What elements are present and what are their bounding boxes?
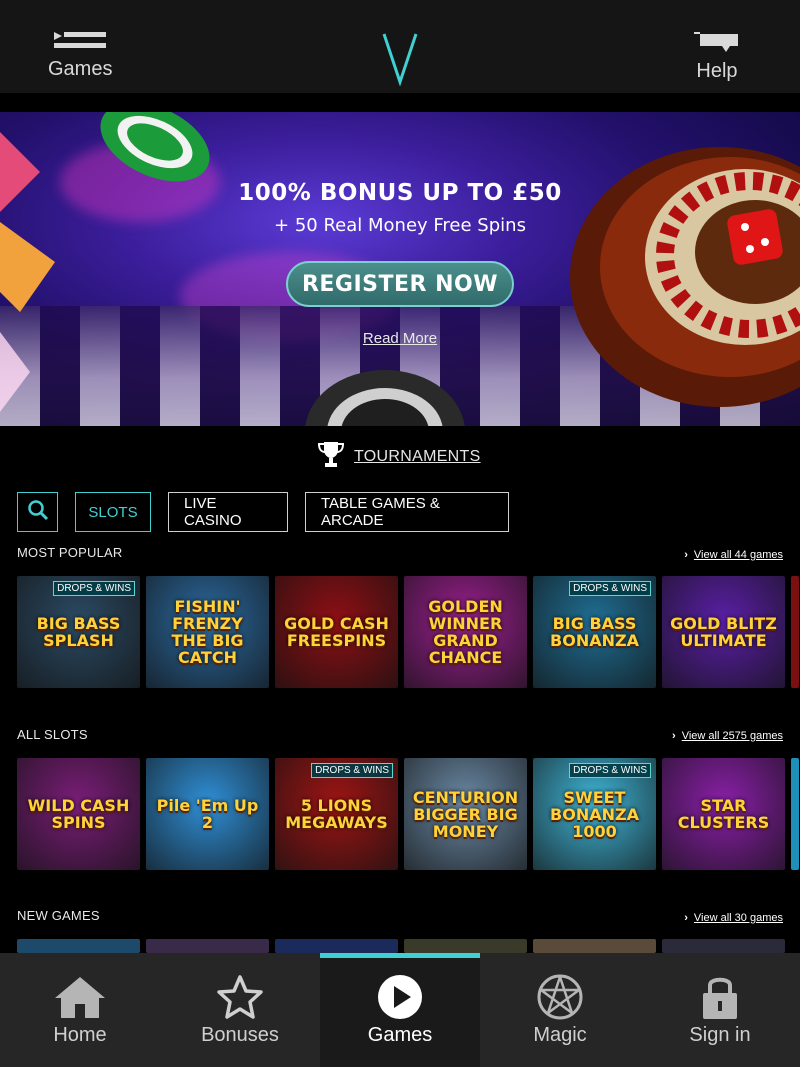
help-label: Help xyxy=(696,60,738,82)
lock-icon xyxy=(700,972,740,1022)
game-title: FISHIN' FRENZY THE BIG CATCH xyxy=(171,597,244,667)
bottom-nav-bar: Home Bonuses Games Magic Sign in xyxy=(0,953,800,1067)
register-now-button[interactable]: REGISTER NOW xyxy=(286,261,514,307)
game-title: 5 LIONS MEGAWAYS xyxy=(285,796,388,832)
view-all-label: View all 2575 games xyxy=(681,730,783,742)
chevron-right-icon: › xyxy=(684,549,688,561)
game-title: CENTURION BIGGER BIG MONEY xyxy=(412,787,519,841)
drops-wins-badge: DROPS & WINS xyxy=(569,763,651,778)
games-menu-button[interactable]: Games xyxy=(48,28,112,81)
game-tile[interactable]: CENTURION BIGGER BIG MONEY xyxy=(404,758,527,870)
top-header: Games Help xyxy=(0,0,800,93)
help-button[interactable]: Help xyxy=(694,28,740,83)
filter-live-casino-tab[interactable]: LIVE CASINO xyxy=(168,492,288,532)
section-title-most-popular: MOST POPULAR xyxy=(17,545,123,560)
star-icon xyxy=(216,972,264,1022)
nav-bonuses[interactable]: Bonuses xyxy=(160,953,320,1067)
bonus-headline: 100% BONUS UP TO £50 xyxy=(238,180,562,206)
view-all-new-games-link[interactable]: › View all 30 games xyxy=(684,912,783,924)
game-tile[interactable] xyxy=(146,939,269,953)
game-tile[interactable] xyxy=(662,939,785,953)
menu-icon xyxy=(50,28,110,55)
game-tile[interactable]: DROPS & WINS BIG BASS BONANZA xyxy=(533,576,656,688)
nav-magic-label: Magic xyxy=(533,1024,587,1046)
all-slots-row: WILD CASH SPINS Pile 'Em Up 2 DROPS & WI… xyxy=(17,758,799,870)
view-all-all-slots-link[interactable]: › View all 2575 games xyxy=(672,730,783,742)
game-tile[interactable] xyxy=(275,939,398,953)
gem-decoration-icon xyxy=(0,132,55,412)
section-title-all-slots: ALL SLOTS xyxy=(17,727,88,742)
read-more-link[interactable]: Read More xyxy=(0,330,800,347)
brand-logo[interactable] xyxy=(381,30,419,91)
new-games-row xyxy=(17,939,791,953)
game-tile[interactable] xyxy=(404,939,527,953)
view-all-label: View all 30 games xyxy=(693,912,783,924)
game-title: Pile 'Em Up 2 xyxy=(156,796,259,832)
game-title: SWEET BONANZA 1000 xyxy=(550,787,639,841)
game-title: GOLD CASH FREESPINS xyxy=(284,614,389,650)
section-title-new-games: NEW GAMES xyxy=(17,908,100,923)
poker-chip-icon xyxy=(305,370,465,426)
drops-wins-badge: DROPS & WINS xyxy=(569,581,651,596)
search-button[interactable] xyxy=(17,492,58,532)
game-title: GOLD BLITZ ULTIMATE xyxy=(670,614,777,650)
game-tile[interactable] xyxy=(533,939,656,953)
game-tile[interactable]: WILD CASH SPINS xyxy=(17,758,140,870)
game-tile-partial[interactable] xyxy=(791,576,799,688)
search-icon xyxy=(27,499,49,525)
tournaments-label: TOURNAMENTS xyxy=(354,447,481,465)
game-tile[interactable] xyxy=(17,939,140,953)
chevron-right-icon: › xyxy=(672,730,676,742)
chevron-right-icon: › xyxy=(684,912,688,924)
game-tile[interactable]: DROPS & WINS BIG BASS SPLASH xyxy=(17,576,140,688)
trophy-icon xyxy=(316,440,346,473)
game-tile[interactable]: DROPS & WINS 5 LIONS MEGAWAYS xyxy=(275,758,398,870)
game-tile[interactable]: DROPS & WINS SWEET BONANZA 1000 xyxy=(533,758,656,870)
home-icon xyxy=(53,972,107,1022)
most-popular-row: DROPS & WINS BIG BASS SPLASH FISHIN' FREN… xyxy=(17,576,799,688)
drops-wins-badge: DROPS & WINS xyxy=(53,581,135,596)
nav-sign-in-label: Sign in xyxy=(689,1024,751,1046)
game-title: BIG BASS BONANZA xyxy=(550,614,639,650)
game-tile[interactable]: STAR CLUSTERS xyxy=(662,758,785,870)
pentagram-icon xyxy=(536,972,584,1022)
game-title: WILD CASH SPINS xyxy=(27,796,130,832)
game-tile[interactable]: Pile 'Em Up 2 xyxy=(146,758,269,870)
promo-banner[interactable]: 100% BONUS UP TO £50 + 50 Real Money Fre… xyxy=(0,112,800,426)
roulette-wheel-icon xyxy=(570,147,800,407)
nav-home-label: Home xyxy=(53,1024,107,1046)
game-tile[interactable]: GOLDEN WINNER GRAND CHANCE xyxy=(404,576,527,688)
game-tile[interactable]: GOLD CASH FREESPINS xyxy=(275,576,398,688)
game-tile[interactable]: FISHIN' FRENZY THE BIG CATCH xyxy=(146,576,269,688)
view-all-most-popular-link[interactable]: › View all 44 games xyxy=(684,549,783,561)
nav-home[interactable]: Home xyxy=(0,953,160,1067)
drops-wins-badge: DROPS & WINS xyxy=(311,763,393,778)
chat-bubble-icon xyxy=(694,28,740,57)
game-title: STAR CLUSTERS xyxy=(677,796,770,832)
filter-table-games-tab[interactable]: TABLE GAMES & ARCADE xyxy=(305,492,509,532)
game-tile-partial[interactable] xyxy=(791,758,799,870)
nav-magic[interactable]: Magic xyxy=(480,953,640,1067)
view-all-label: View all 44 games xyxy=(693,549,783,561)
nav-bonuses-label: Bonuses xyxy=(201,1024,279,1046)
nav-games-label: Games xyxy=(367,1024,433,1046)
play-icon xyxy=(376,972,424,1022)
tournaments-link[interactable]: TOURNAMENTS xyxy=(316,440,481,473)
nav-games[interactable]: Games xyxy=(320,953,480,1067)
games-menu-label: Games xyxy=(48,58,113,80)
game-title: GOLDEN WINNER GRAND CHANCE xyxy=(428,597,503,667)
bonus-subtitle: + 50 Real Money Free Spins xyxy=(274,215,526,236)
game-filter-bar: SLOTS LIVE CASINO TABLE GAMES & ARCADE xyxy=(17,492,526,532)
nav-sign-in[interactable]: Sign in xyxy=(640,953,800,1067)
game-title: BIG BASS SPLASH xyxy=(36,614,121,650)
filter-slots-tab[interactable]: SLOTS xyxy=(75,492,151,532)
game-tile[interactable]: GOLD BLITZ ULTIMATE xyxy=(662,576,785,688)
